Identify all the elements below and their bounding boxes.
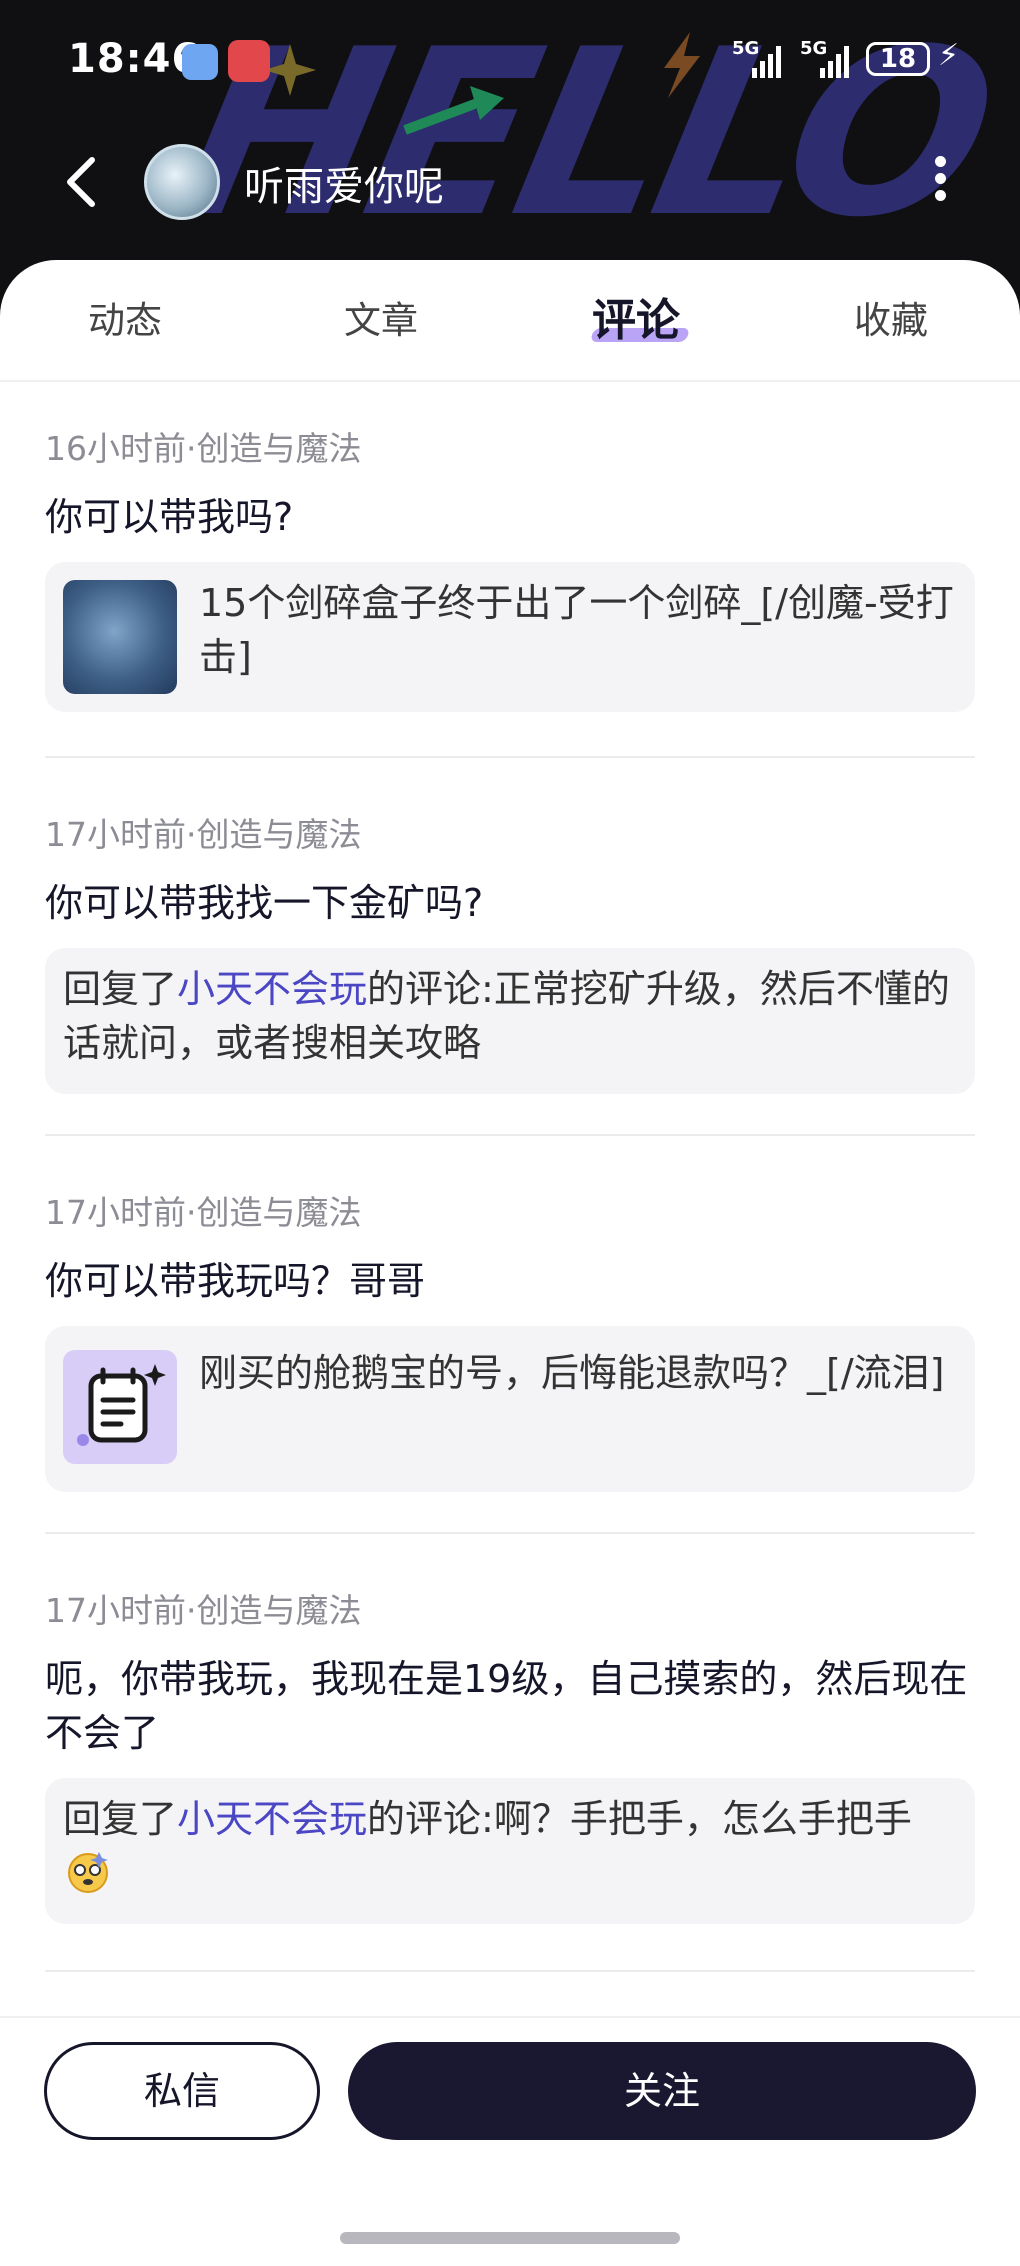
notification-app-icon bbox=[228, 40, 270, 82]
post-thumbnail bbox=[63, 580, 177, 694]
reply-body: 的评论:啊？手把手，怎么手把手 bbox=[367, 1797, 912, 1841]
dot-icon bbox=[934, 173, 946, 184]
note-icon bbox=[77, 1364, 166, 1446]
reply-card[interactable]: 回复了小天不会玩的评论:正常挖矿升级，然后不懂的话就问，或者搜相关攻略 bbox=[45, 948, 975, 1094]
reply-prefix: 回复了 bbox=[63, 1797, 178, 1841]
weather-app-icon bbox=[182, 44, 218, 80]
follow-button[interactable]: 关注 bbox=[348, 2042, 976, 2140]
reply-user-link[interactable]: 小天不会玩 bbox=[177, 1797, 367, 1841]
comment-meta: 17小时前·创造与魔法 bbox=[45, 815, 362, 854]
comment-item[interactable]: 17小时前·创造与魔法 呃，你带我玩，我现在是19级，自己摸索的，然后现在不会了… bbox=[45, 1584, 975, 1924]
comment-item[interactable]: 17小时前·创造与魔法 你可以带我玩吗？哥哥 刚买的舱鹅宝的号，后悔能退款吗？_… bbox=[45, 1186, 975, 1492]
dizzy-emoji-icon bbox=[68, 1852, 108, 1893]
private-message-button[interactable]: 私信 bbox=[44, 2042, 320, 2140]
tab-articles[interactable]: 文章 bbox=[344, 290, 418, 344]
signal-strength-icon bbox=[820, 44, 849, 78]
back-button[interactable] bbox=[58, 150, 108, 214]
signal-strength-icon bbox=[752, 44, 781, 78]
home-indicator[interactable] bbox=[340, 2232, 680, 2244]
comment-item[interactable]: 17小时前·创造与魔法 你可以带我找一下金矿吗? 回复了小天不会玩的评论:正常挖… bbox=[45, 808, 975, 1094]
comment-text: 你可以带我玩吗？哥哥 bbox=[45, 1259, 426, 1303]
comment-text: 呃，你带我玩，我现在是19级，自己摸索的，然后现在不会了 bbox=[45, 1657, 968, 1755]
comment-meta: 16小时前·创造与魔法 bbox=[45, 429, 362, 468]
comment-item[interactable]: 16小时前·创造与魔法 你可以带我吗? 15个剑碎盒子终于出了一个剑碎_[/创魔… bbox=[45, 422, 975, 712]
post-title: 15个剑碎盒子终于出了一个剑碎_[/创魔-受打击] bbox=[199, 581, 954, 679]
post-thumbnail bbox=[63, 1350, 177, 1464]
linked-post-card[interactable]: 15个剑碎盒子终于出了一个剑碎_[/创魔-受打击] bbox=[45, 562, 975, 712]
bottom-action-bar: 私信 关注 bbox=[0, 2016, 1020, 2266]
comment-text: 你可以带我吗? bbox=[45, 495, 294, 539]
clock: 18:46 bbox=[68, 36, 201, 82]
reply-user-link[interactable]: 小天不会玩 bbox=[177, 967, 367, 1011]
reply-card[interactable]: 回复了小天不会玩的评论:啊？手把手，怎么手把手 bbox=[45, 1778, 975, 1924]
status-bar: 18:46 5G 5G 18 ⚡ bbox=[0, 0, 1020, 120]
divider bbox=[45, 756, 975, 758]
charging-icon: ⚡ bbox=[938, 38, 960, 73]
profile-username: 听雨爱你呢 bbox=[244, 164, 444, 210]
reply-content: 回复了小天不会玩的评论:啊？手把手，怎么手把手 bbox=[63, 1792, 957, 1900]
content-sheet: 动态 文章 评论 收藏 16小时前·创造与魔法 你可以带我吗? 15个剑碎盒子终… bbox=[0, 260, 1020, 2264]
comment-meta: 17小时前·创造与魔法 bbox=[45, 1591, 362, 1630]
linked-post-card[interactable]: 刚买的舱鹅宝的号，后悔能退款吗？_[/流泪] bbox=[45, 1326, 975, 1492]
chevron-left-icon bbox=[67, 157, 95, 207]
divider bbox=[45, 1970, 975, 1972]
battery-icon: 18 bbox=[866, 42, 930, 76]
tab-favorites[interactable]: 收藏 bbox=[854, 290, 928, 344]
post-title: 刚买的舱鹅宝的号，后悔能退款吗？_[/流泪] bbox=[199, 1351, 945, 1395]
user-avatar[interactable] bbox=[144, 144, 220, 220]
comment-meta: 17小时前·创造与魔法 bbox=[45, 1193, 362, 1232]
reply-prefix: 回复了 bbox=[63, 967, 178, 1011]
dot-icon bbox=[934, 190, 946, 201]
reply-content: 回复了小天不会玩的评论:正常挖矿升级，然后不懂的话就问，或者搜相关攻略 bbox=[63, 962, 957, 1070]
profile-tabs: 动态 文章 评论 收藏 bbox=[0, 260, 1020, 382]
comment-text: 你可以带我找一下金矿吗? bbox=[45, 881, 484, 925]
tab-dynamics[interactable]: 动态 bbox=[88, 290, 162, 344]
tab-comments[interactable]: 评论 bbox=[592, 284, 680, 348]
dot-icon bbox=[934, 156, 946, 167]
divider bbox=[45, 1134, 975, 1136]
more-options-button[interactable] bbox=[920, 150, 960, 214]
divider bbox=[45, 1532, 975, 1534]
